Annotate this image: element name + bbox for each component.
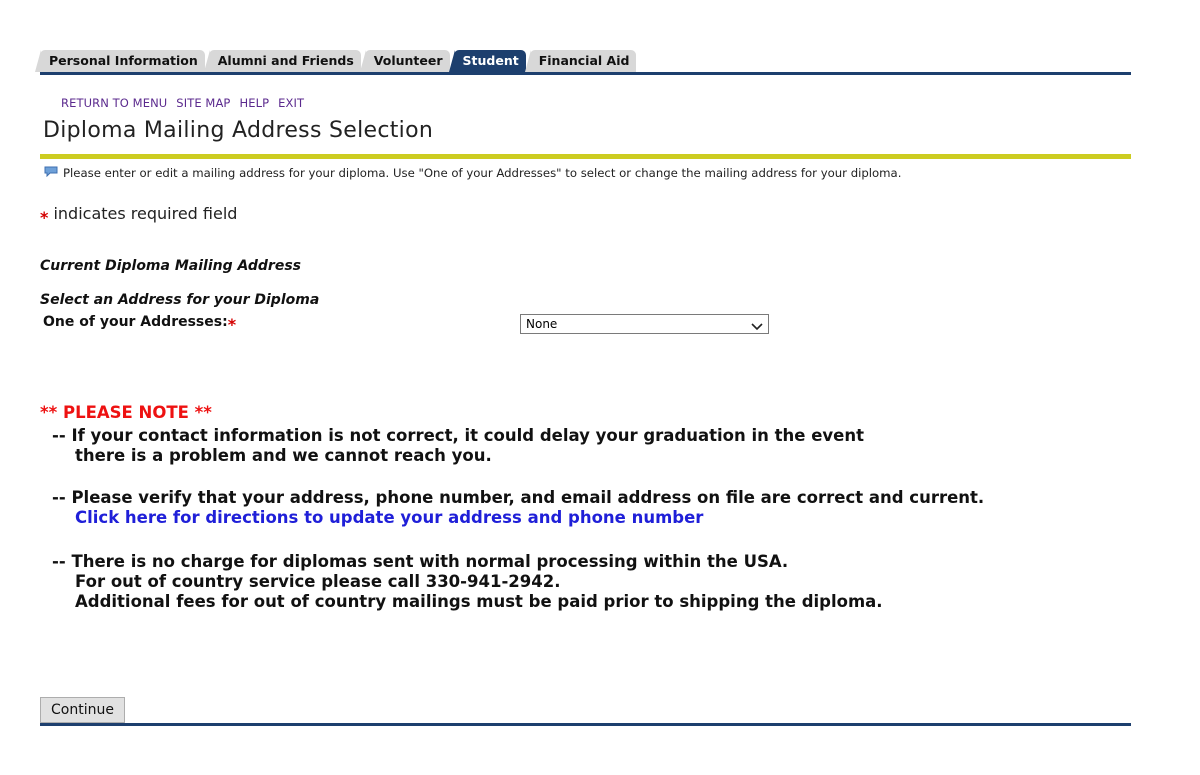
top-nav-links: RETURN TO MENU SITE MAP HELP EXIT xyxy=(61,96,304,110)
tab-list: Personal Information Alumni and Friends … xyxy=(35,50,640,72)
tab-volunteer[interactable]: Volunteer xyxy=(359,50,450,72)
tab-financial-aid[interactable]: Financial Aid xyxy=(524,50,637,72)
addresses-required-star: * xyxy=(227,315,237,334)
exit-link[interactable]: EXIT xyxy=(278,96,304,110)
note-item-charges-line2: For out of country service please call 3… xyxy=(75,572,561,591)
required-field-text: indicates required field xyxy=(53,204,238,223)
page-title: Diploma Mailing Address Selection xyxy=(43,118,434,143)
please-note-title: ** PLEASE NOTE ** xyxy=(40,403,212,422)
note-item-contact-line1: -- If your contact information is not co… xyxy=(52,426,864,445)
note-item-charges-line3: Additional fees for out of country maili… xyxy=(75,592,883,611)
tab-personal-information[interactable]: Personal Information xyxy=(35,50,205,72)
note-item-verify: -- Please verify that your address, phon… xyxy=(52,488,984,528)
required-star: * xyxy=(40,208,49,227)
help-link[interactable]: HELP xyxy=(239,96,269,110)
note-item-contact-line2: there is a problem and we cannot reach y… xyxy=(75,446,492,465)
info-message: Please enter or edit a mailing address f… xyxy=(44,166,901,180)
tab-alumni-and-friends[interactable]: Alumni and Friends xyxy=(203,50,361,72)
addresses-label-text: One of your Addresses: xyxy=(43,314,228,330)
current-address-heading: Current Diploma Mailing Address xyxy=(40,258,301,274)
title-divider xyxy=(40,154,1131,159)
select-address-heading: Select an Address for your Diploma xyxy=(40,292,320,308)
address-select[interactable]: None xyxy=(520,314,769,334)
chevron-down-icon xyxy=(751,319,763,331)
note-item-contact: -- If your contact information is not co… xyxy=(52,426,864,466)
tab-bar: Personal Information Alumni and Friends … xyxy=(35,46,1131,75)
tab-divider xyxy=(40,72,1131,75)
comment-bubble-icon xyxy=(44,166,58,177)
bottom-divider xyxy=(40,723,1131,726)
address-select-value: None xyxy=(526,317,558,331)
continue-button[interactable]: Continue xyxy=(40,697,125,723)
note-item-charges-line1: -- There is no charge for diplomas sent … xyxy=(52,552,789,571)
note-item-charges: -- There is no charge for diplomas sent … xyxy=(52,552,883,612)
required-field-note: * indicates required field xyxy=(40,204,238,227)
tab-student[interactable]: Student xyxy=(448,50,526,72)
site-map-link[interactable]: SITE MAP xyxy=(176,96,230,110)
return-to-menu-link[interactable]: RETURN TO MENU xyxy=(61,96,167,110)
addresses-field-label: One of your Addresses:* xyxy=(43,311,236,334)
info-text: Please enter or edit a mailing address f… xyxy=(63,166,902,180)
update-address-directions-link[interactable]: Click here for directions to update your… xyxy=(75,508,703,527)
note-item-verify-line1: -- Please verify that your address, phon… xyxy=(52,488,985,507)
